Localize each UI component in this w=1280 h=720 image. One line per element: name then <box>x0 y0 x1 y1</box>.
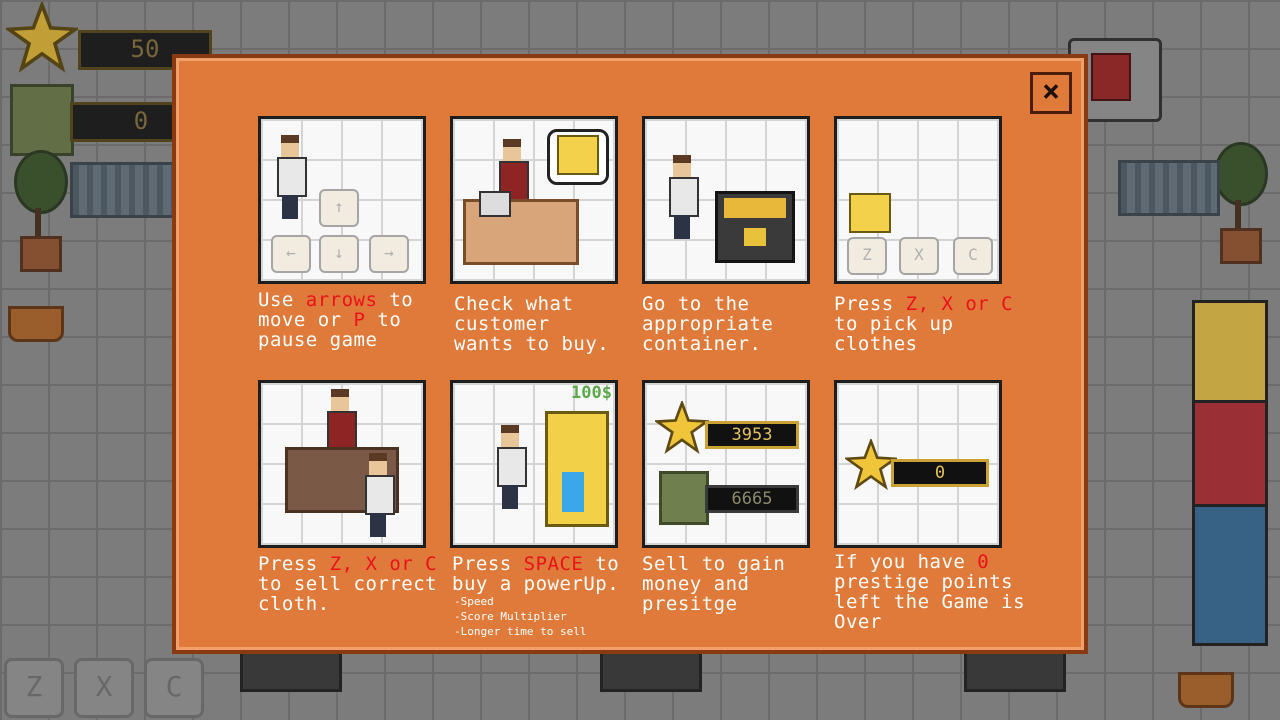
caption-highlight: arrows <box>305 289 378 311</box>
money-counter: 6665 <box>705 485 799 513</box>
caption-text: to pick up clothes <box>834 313 954 355</box>
money-icon <box>659 471 709 525</box>
shirt-icon <box>849 193 891 233</box>
shirt-icon <box>557 135 599 175</box>
star-icon <box>845 439 897 491</box>
caption-text: prestige points left the Game is Over <box>834 571 1026 633</box>
caption-text: Check what customer wants to buy. <box>454 293 610 355</box>
caption-customer: Check what customer wants to buy. <box>454 294 609 354</box>
caption-text: Press <box>452 553 524 575</box>
score-counter: 3953 <box>705 421 799 449</box>
star-icon <box>655 401 709 455</box>
caption-highlight: P <box>353 309 366 331</box>
caption-arrows: Use arrows to move or P to pause game <box>258 290 413 350</box>
tutorial-card-powerup: 100$ <box>450 380 618 548</box>
arrow-up-key: ↑ <box>319 189 359 227</box>
caption-text: Go to the appropriate container. <box>642 293 774 355</box>
caption-text: Press <box>258 553 330 575</box>
close-button[interactable]: × <box>1030 72 1072 114</box>
player-sprite <box>669 155 699 239</box>
arrow-down-key: ↓ <box>319 235 359 273</box>
arrow-right-key: → <box>369 235 409 273</box>
lightning-icon <box>562 472 584 512</box>
price-label: 100$ <box>571 383 612 403</box>
powerup-multiplier-label: -Score Multiplier <box>454 610 567 623</box>
caption-text: Sell to gain money and presitge <box>642 553 786 615</box>
key-x-icon: X <box>899 237 939 275</box>
container-icon <box>715 191 795 263</box>
tutorial-card-sell <box>258 380 426 548</box>
caption-container: Go to the appropriate container. <box>642 294 773 354</box>
caption-text: Press <box>834 293 906 315</box>
player-sprite <box>365 453 395 537</box>
powerup-speed-label: -Speed <box>454 595 494 608</box>
caption-scores: Sell to gain money and presitge <box>642 554 785 614</box>
prestige-counter: 0 <box>891 459 989 487</box>
key-c-icon: C <box>953 237 993 275</box>
tutorial-card-pickup: Z X C <box>834 116 1002 284</box>
caption-sell: Press Z, X or C to sell correct cloth. <box>258 553 438 615</box>
caption-powerup: Press SPACE to buy a powerUp. <box>452 554 619 594</box>
powerup-time-label: -Longer time to sell <box>454 625 587 638</box>
tutorial-card-customer <box>450 116 618 284</box>
player-sprite <box>497 425 527 509</box>
caption-text: If you have <box>834 551 978 573</box>
caption-text: Use <box>258 289 306 311</box>
caption-highlight: Z, X or C <box>905 293 1014 315</box>
player-sprite <box>277 135 307 219</box>
caption-pickup: Press Z, X or C to pick up clothes <box>834 293 1014 355</box>
tutorial-card-container <box>642 116 810 284</box>
tutorial-card-arrows: ↑ ← ↓ → <box>258 116 426 284</box>
arrow-left-key: ← <box>271 235 311 273</box>
tutorial-card-prestige: 0 <box>834 380 1002 548</box>
caption-highlight: SPACE <box>523 553 584 575</box>
caption-text: to sell correct cloth. <box>258 573 438 615</box>
tutorial-card-scores: 3953 6665 <box>642 380 810 548</box>
tutorial-dialog: × ↑ ← ↓ → Z X C 100$ 3953 6665 0 Use arr… <box>172 54 1088 654</box>
caption-highlight: Z, X or C <box>329 553 438 575</box>
key-z-icon: Z <box>847 237 887 275</box>
caption-prestige: If you have 0 prestige points left the G… <box>834 552 1025 632</box>
caption-highlight: 0 <box>977 551 990 573</box>
powerup-machine <box>545 411 609 527</box>
